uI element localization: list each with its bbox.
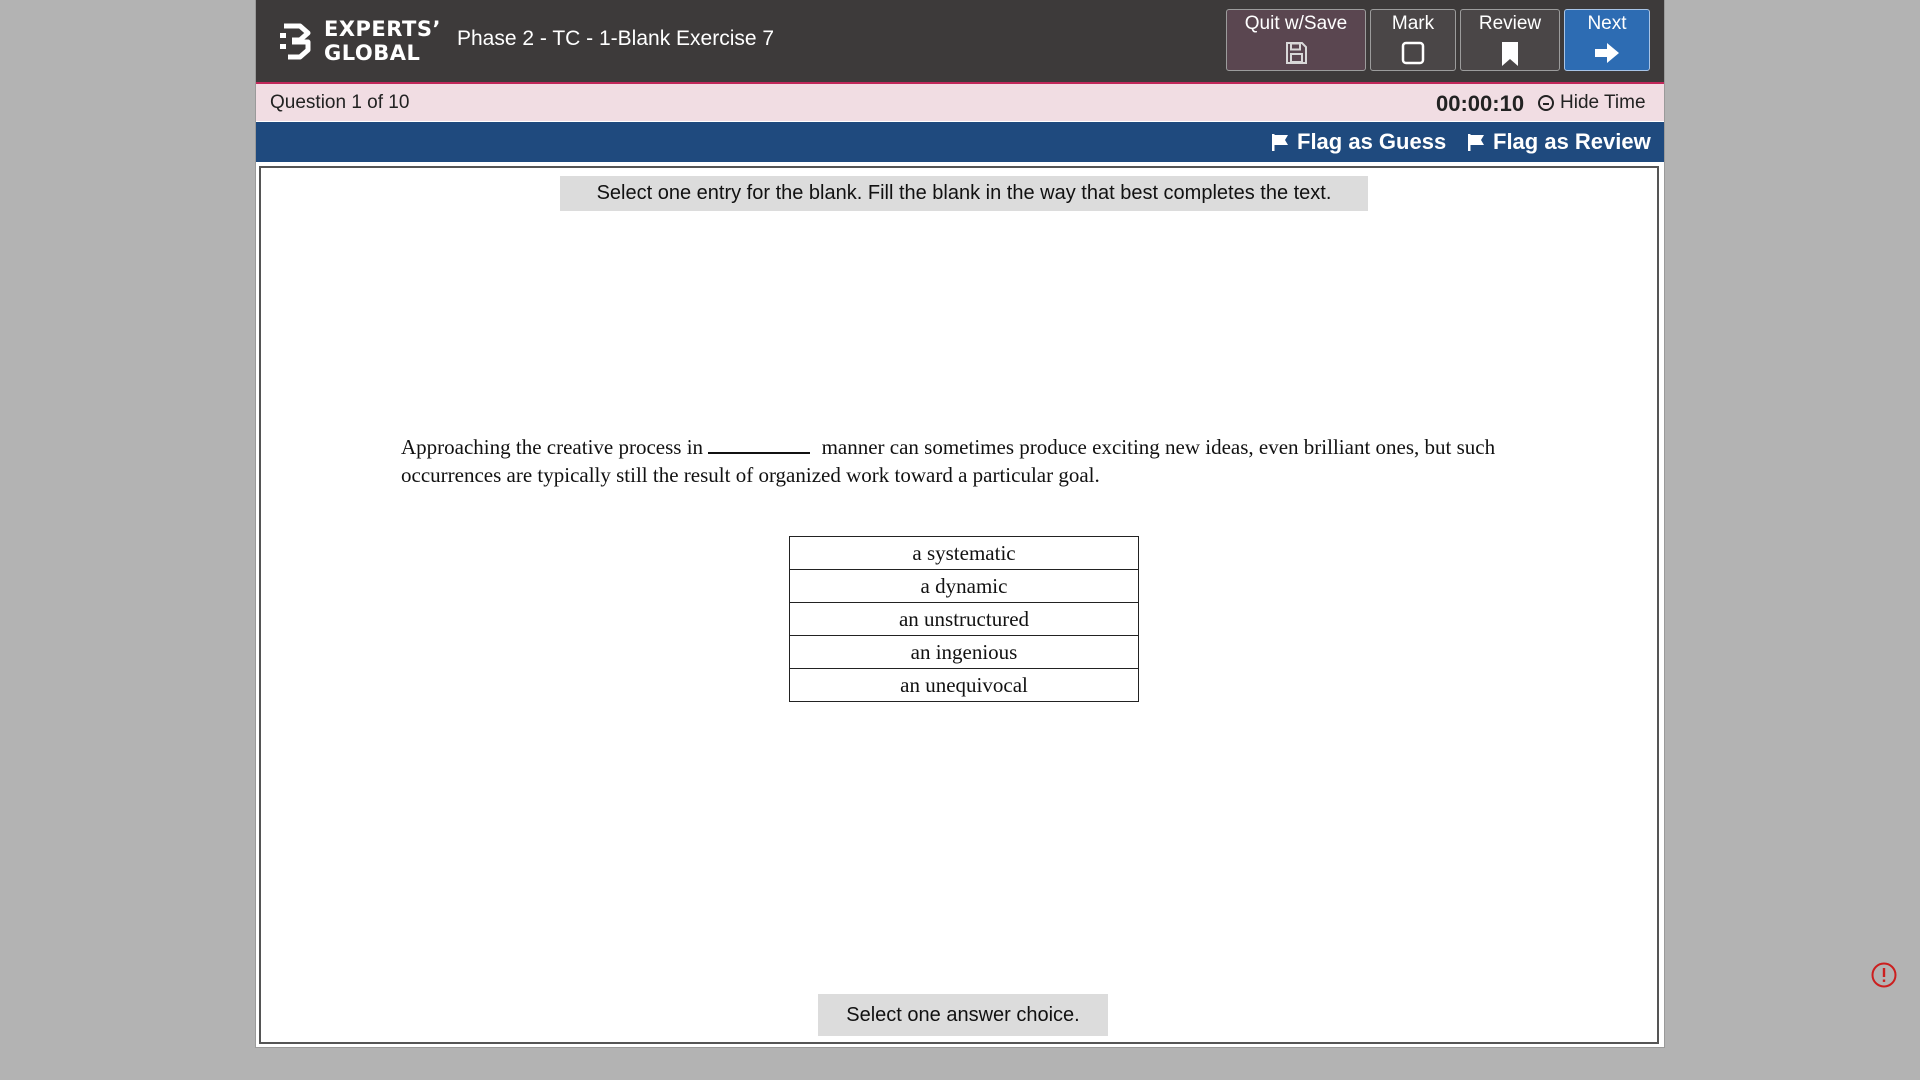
logo-line-1: EXPERTS’ [324,17,441,41]
save-icon [1286,42,1307,64]
answer-choice[interactable]: an unequivocal [789,668,1139,702]
arrow-right-icon [1595,43,1619,63]
experts-global-logo-icon [280,23,311,60]
alert-circle-icon[interactable] [1871,962,1897,988]
answer-choice[interactable]: an ingenious [789,635,1139,669]
logo-wordmark: EXPERTS’ GLOBAL [324,17,441,65]
question-status-bar: Question 1 of 10 00:00:10 Hide Time [256,84,1664,121]
question-panel: Select one entry for the blank. Fill the… [259,166,1659,1044]
flag-as-review-label: Flag as Review [1493,129,1651,154]
top-header: EXPERTS’ GLOBAL Phase 2 - TC - 1-Blank E… [256,0,1664,84]
flag-as-guess-button[interactable]: Flag as Guess [1271,129,1446,155]
flag-icon [1272,134,1288,151]
answer-hint: Select one answer choice. [818,994,1108,1036]
quit-save-button[interactable]: Quit w/Save [1226,9,1366,71]
next-button[interactable]: Next [1564,9,1650,71]
answer-choice[interactable]: a dynamic [789,569,1139,603]
brand-logo: EXPERTS’ GLOBAL [278,17,441,65]
hide-time-toggle[interactable]: Hide Time [1538,92,1646,114]
logo-line-2: GLOBAL [324,41,421,65]
flag-as-guess-label: Flag as Guess [1297,129,1447,154]
flag-icon [1468,134,1484,151]
test-window: EXPERTS’ GLOBAL Phase 2 - TC - 1-Blank E… [256,0,1664,1047]
answer-choice[interactable]: an unstructured [789,602,1139,636]
exam-title: Phase 2 - TC - 1-Blank Exercise 7 [457,27,775,50]
mark-button[interactable]: Mark [1370,9,1456,71]
answer-choice[interactable]: a systematic [789,536,1139,570]
flag-toolbar: Flag as Guess Flag as Review [256,122,1664,162]
next-label: Next [1587,13,1627,34]
review-label: Review [1478,13,1542,34]
question-instruction: Select one entry for the blank. Fill the… [560,176,1368,211]
answer-blank [708,432,811,454]
hide-time-label: Hide Time [1560,92,1646,113]
minus-circle-icon [1538,95,1554,111]
mark-label: Mark [1391,13,1435,34]
question-counter: Question 1 of 10 [270,92,410,113]
quit-save-label: Quit w/Save [1244,13,1348,34]
flag-as-review-button[interactable]: Flag as Review [1467,129,1651,155]
checkbox-icon [1401,41,1425,65]
timer-display: 00:00:10 [1436,91,1525,116]
answer-choices: a systematic a dynamic an unstructured a… [789,536,1139,702]
bookmark-icon [1502,42,1518,66]
question-passage: Approaching the creative process in mann… [401,432,1531,489]
review-button[interactable]: Review [1460,9,1560,71]
passage-text-before: Approaching the creative process in [401,435,704,459]
